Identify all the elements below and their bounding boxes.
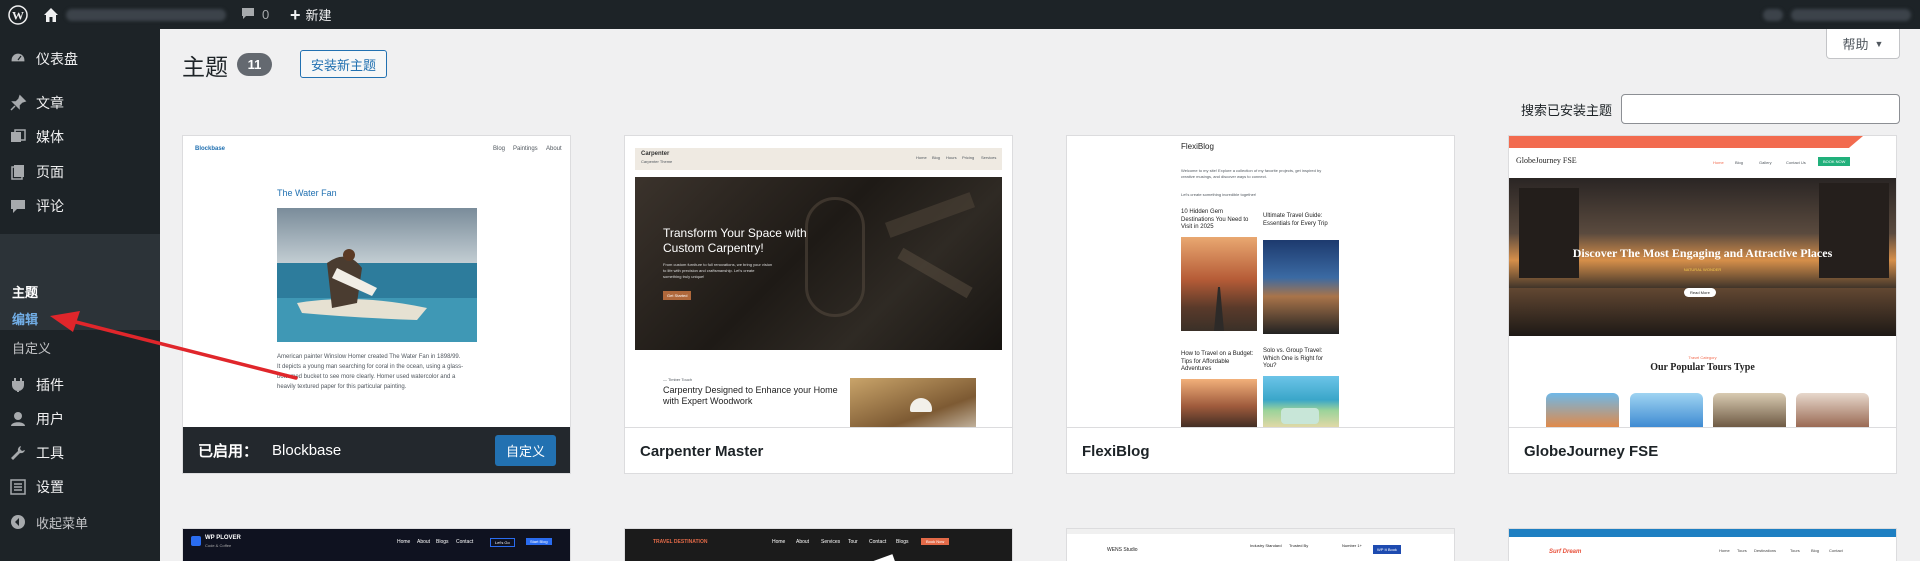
annotation-arrow <box>50 311 298 380</box>
